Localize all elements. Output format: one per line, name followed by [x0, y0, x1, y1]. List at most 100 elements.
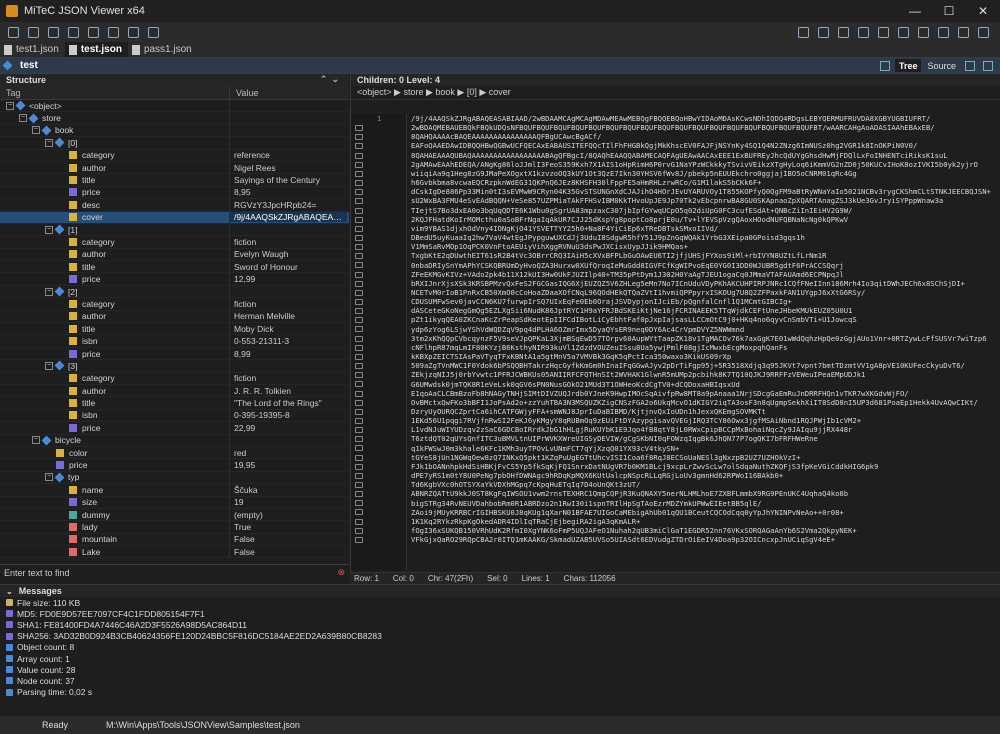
tree-row[interactable]: − book	[0, 124, 349, 138]
view-icon[interactable]	[879, 60, 890, 71]
tree-row[interactable]: Lake False	[0, 546, 349, 559]
new-file-icon[interactable]	[44, 24, 62, 40]
code-view[interactable]: 1 /9j/4AAQSkZJRgABAQEASABIAAD/2wBDAAMCAg…	[351, 114, 1000, 570]
source-view-button[interactable]: Source	[923, 59, 960, 72]
tree-row[interactable]: − <object>	[0, 100, 349, 113]
expand-toggle-icon[interactable]: −	[32, 436, 40, 445]
clear-find-icon[interactable]: ⊗	[337, 567, 345, 578]
find-bar[interactable]: Enter text to find ⊗	[0, 564, 349, 580]
expand-toggle-icon[interactable]: −	[6, 101, 14, 110]
tree-row[interactable]: dummy (empty)	[0, 508, 349, 522]
tree-row[interactable]: price 12,99	[0, 273, 349, 286]
window-icon[interactable]	[874, 24, 892, 40]
tree-row[interactable]: isbn 0-553-21311-3	[0, 335, 349, 348]
expand-toggle-icon[interactable]: −	[45, 138, 53, 147]
wrap-marker-icon	[355, 198, 363, 205]
tree-row[interactable]: title Sword of Honour	[0, 261, 349, 274]
tab-pass1[interactable]: pass1.json	[128, 42, 198, 57]
tree-row[interactable]: size 19	[0, 496, 349, 509]
tree-row[interactable]: name Ščuka	[0, 484, 349, 497]
tree-row[interactable]: cover/9j/4AAQSkZJRgABAQEASABIAA...	[0, 211, 349, 224]
tree-row[interactable]: desc RGVzY3JpcHRpb24=	[0, 199, 349, 212]
tree-row[interactable]: category fiction	[0, 298, 349, 311]
tree-row[interactable]: category fiction	[0, 236, 349, 249]
minimize-button[interactable]: —	[898, 0, 932, 22]
panel-icon[interactable]	[983, 60, 993, 71]
info-icon[interactable]	[974, 24, 992, 40]
tree-row[interactable]: price 19,95	[0, 459, 349, 472]
code-text[interactable]: /9j/4AAQSkZJRgABAQEASABIAAD/2wBDAAMCAgMC…	[411, 114, 995, 544]
tree-row[interactable]: − bicycle	[0, 434, 349, 447]
messages-list: File size: 110 KB MD5: FD0E9D57EE7097CF4C…	[0, 597, 1000, 698]
tree-row[interactable]: title Moby Dick	[0, 323, 349, 336]
code-line: 3tm2xKhQQpCVbcqynzF5V9seVJpQPKaL3XjmBSqE…	[411, 333, 987, 343]
tree-row[interactable]: lady True	[0, 521, 349, 534]
reload-icon[interactable]	[64, 24, 82, 40]
tab-test[interactable]: test.json	[64, 42, 128, 57]
tree-row[interactable]: − [1]	[0, 223, 349, 237]
expand-toggle-icon[interactable]: −	[45, 287, 53, 296]
close-button[interactable]: ✕	[966, 0, 1000, 22]
tools-icon[interactable]	[934, 24, 952, 40]
tree-row[interactable]: author Nigel Rees	[0, 161, 349, 175]
tree-row[interactable]: color red	[0, 446, 349, 460]
tree-row[interactable]: − store	[0, 112, 349, 125]
value-column-header[interactable]: Value	[230, 86, 347, 99]
close-file-icon[interactable]	[144, 24, 162, 40]
tree-row[interactable]: price 8,95	[0, 186, 349, 200]
str-type-icon	[69, 485, 77, 494]
tree-row[interactable]: title "The Lord of the Rings"	[0, 397, 349, 410]
menu-icon[interactable]	[4, 24, 22, 40]
tree-row[interactable]: mountain False	[0, 533, 349, 547]
tree-row-tag: isbn	[0, 409, 230, 422]
tile-icon[interactable]	[914, 24, 932, 40]
save-icon[interactable]	[84, 24, 102, 40]
expand-toggle-icon[interactable]: −	[45, 473, 53, 482]
find-input[interactable]: Enter text to find	[4, 568, 70, 578]
code-line: 0nbaDRIySnYmAPhYCSKQBRUmDyHvoQZA3Hurxw0X…	[411, 260, 844, 270]
tree-row[interactable]: price 8,99	[0, 347, 349, 361]
tree-row[interactable]: − [3]	[0, 360, 349, 373]
tree-row[interactable]: category fiction	[0, 372, 349, 385]
tree-row[interactable]: category reference	[0, 149, 349, 162]
expand-toggle-icon[interactable]: −	[45, 361, 53, 370]
tree-view-button[interactable]: Tree	[894, 59, 922, 72]
tree-row[interactable]: author J. R. R. Tolkien	[0, 384, 349, 398]
collapse-expand-icon[interactable]: ⌃⌄	[320, 74, 343, 85]
open-folder-icon[interactable]	[24, 24, 42, 40]
code-line: bRXIJnrXjsXSk3KRSBPMzvQxFeS2FGCGasIQG6Xj…	[411, 278, 965, 288]
chevron-down-icon[interactable]: ⌄	[6, 587, 13, 596]
tree-row[interactable]: price 22,99	[0, 422, 349, 435]
wrap-marker-icon	[355, 180, 363, 187]
maximize-button[interactable]: ☐	[932, 0, 966, 22]
tree-row[interactable]: − [2]	[0, 285, 349, 299]
tab-test1[interactable]: test1.json	[0, 42, 65, 57]
tag-column-header[interactable]: Tag	[0, 86, 230, 99]
tree-row[interactable]: title Sayings of the Century	[0, 174, 349, 187]
columns-icon[interactable]	[834, 24, 852, 40]
tree-row[interactable]: author Evelyn Waugh	[0, 248, 349, 262]
tree-row[interactable]: isbn 0-395-19395-8	[0, 409, 349, 423]
layout-icon[interactable]	[814, 24, 832, 40]
split-icon[interactable]	[854, 24, 872, 40]
find-icon[interactable]	[124, 24, 142, 40]
grid-icon[interactable]	[794, 24, 812, 40]
tree-row[interactable]: − [0]	[0, 137, 349, 150]
structure-tree[interactable]: − <object> − store − book − [0] category referenc…	[0, 100, 349, 564]
expand-toggle-icon[interactable]: −	[32, 126, 40, 135]
code-line: ZAoi9jMUyKRRBCrIGIHBSKU0J8qKUg1qXarN01BF…	[411, 507, 844, 517]
tree-node-name: cover	[82, 212, 103, 223]
wrap-marker-icon	[355, 372, 363, 379]
str-type-icon	[69, 250, 77, 259]
tree-row[interactable]: − typ	[0, 471, 349, 485]
tree-row-tag: isbn	[0, 335, 230, 347]
settings-icon[interactable]	[954, 24, 972, 40]
expand-toggle-icon[interactable]: −	[19, 114, 27, 123]
expand-toggle-icon[interactable]: −	[45, 225, 53, 234]
str-type-icon	[69, 262, 77, 271]
wrap-marker-icon	[355, 454, 363, 461]
window-icon[interactable]	[965, 60, 975, 71]
print-icon[interactable]	[104, 24, 122, 40]
tree-row[interactable]: author Herman Melville	[0, 310, 349, 324]
list-icon[interactable]	[894, 24, 912, 40]
